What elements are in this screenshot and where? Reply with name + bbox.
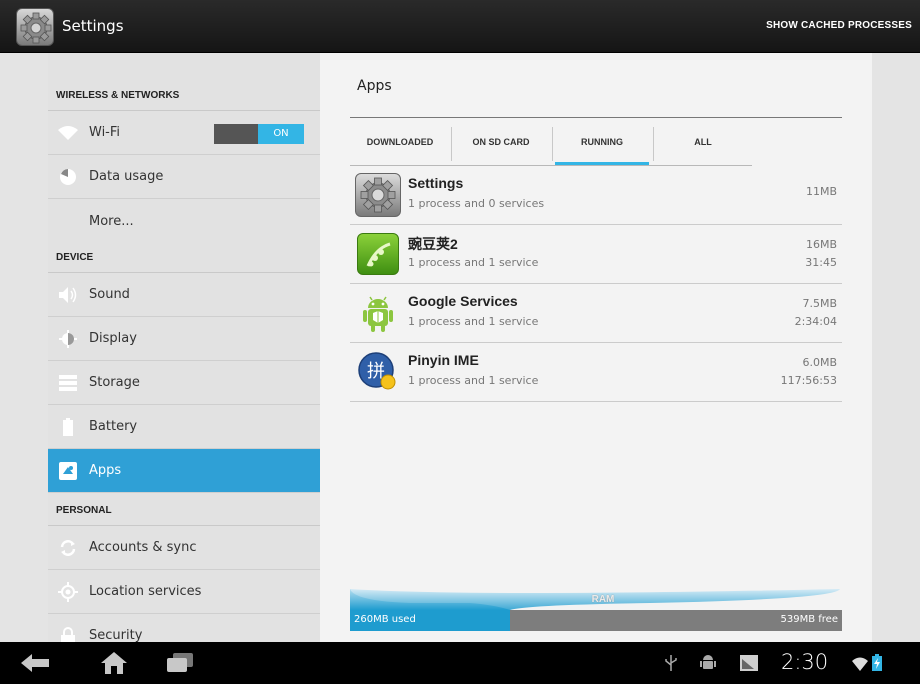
sidebar-item-apps[interactable]: Apps <box>48 449 320 493</box>
clock: 2:30 <box>781 650 829 674</box>
running-app-row[interactable]: Settings 1 process and 0 services 11MB <box>350 166 842 225</box>
ram-usage-bar: RAM 260MB used 539MB free <box>350 594 842 631</box>
battery-icon <box>48 417 88 436</box>
sync-icon <box>48 539 88 557</box>
wifi-icon <box>48 125 88 141</box>
system-bar: 2:30 <box>0 642 920 684</box>
app-memory-size: 7.5MB <box>802 297 837 310</box>
sidebar-item-data-usage[interactable]: Data usage <box>48 155 320 199</box>
tab-downloaded[interactable]: DOWNLOADED <box>350 123 450 166</box>
app-memory-size: 16MB <box>805 238 837 251</box>
sidebar-item-battery[interactable]: Battery <box>48 405 320 449</box>
sidebar-item-label: Location services <box>89 584 202 599</box>
app-process-info: 1 process and 1 service <box>408 374 539 387</box>
right-margin <box>872 53 920 642</box>
settings-app-icon[interactable] <box>16 8 54 46</box>
sound-icon <box>48 286 88 304</box>
app-process-info: 1 process and 1 service <box>408 315 539 328</box>
recent-apps-icon <box>167 653 193 672</box>
app-name: Settings <box>408 175 464 191</box>
data-usage-icon <box>48 168 88 186</box>
app-name: Google Services <box>408 293 518 309</box>
back-icon <box>21 654 49 672</box>
sidebar-item-label: Data usage <box>89 169 164 184</box>
app-running-time: 117:56:53 <box>780 374 837 387</box>
wandoujia-icon <box>357 233 399 275</box>
section-header-personal: PERSONAL <box>48 496 320 526</box>
app-running-time: 31:45 <box>805 256 837 269</box>
app-process-info: 1 process and 0 services <box>408 197 545 210</box>
sidebar-item-label: Storage <box>89 375 140 390</box>
lock-icon <box>48 626 88 642</box>
wifi-signal-icon <box>852 656 868 675</box>
sidebar-item-label: Accounts & sync <box>89 540 197 555</box>
tab-running[interactable]: RUNNING <box>552 123 652 166</box>
recent-apps-button[interactable] <box>160 648 200 678</box>
sidebar-item-label: Battery <box>89 419 138 434</box>
ram-used-text: 260MB used <box>354 614 416 625</box>
running-app-row[interactable]: 拼 Pinyin IME 1 process and 1 service 6.0… <box>350 343 842 402</box>
sidebar-item-label: Wi-Fi <box>89 125 121 140</box>
sidebar-item-label: Display <box>89 331 137 346</box>
android-debug-icon <box>700 654 716 676</box>
app-running-time: 2:34:04 <box>794 315 837 328</box>
settings-gear-icon <box>355 173 401 217</box>
left-margin <box>0 53 48 642</box>
storage-icon <box>48 374 88 391</box>
divider <box>350 117 842 118</box>
settings-sidebar[interactable]: WIRELESS & NETWORKS Wi-Fi ON Data usage … <box>48 53 320 642</box>
apps-pane: Apps DOWNLOADED ON SD CARD RUNNING ALL S… <box>320 53 872 642</box>
home-icon <box>101 652 127 674</box>
wifi-toggle-on: ON <box>258 124 304 144</box>
sidebar-item-more[interactable]: More... <box>48 199 320 243</box>
display-icon <box>48 329 88 348</box>
android-icon <box>355 291 401 335</box>
sidebar-item-label: Apps <box>89 463 122 478</box>
apps-title: Apps <box>357 78 392 94</box>
ram-label: RAM <box>591 594 615 605</box>
location-icon <box>48 581 88 602</box>
usb-icon <box>664 655 678 675</box>
ram-free-text: 539MB free <box>780 614 838 625</box>
battery-charging-icon <box>872 654 882 675</box>
app-memory-size: 6.0MB <box>802 356 837 369</box>
app-name: Pinyin IME <box>408 352 479 368</box>
app-memory-size: 11MB <box>805 185 837 198</box>
page-title: Settings <box>62 17 124 35</box>
sidebar-item-wifi[interactable]: Wi-Fi ON <box>48 111 320 155</box>
wifi-toggle[interactable]: ON <box>214 124 304 144</box>
pinyin-ime-icon: 拼 <box>355 350 401 394</box>
sidebar-item-label: Sound <box>89 287 130 302</box>
content-area: WIRELESS & NETWORKS Wi-Fi ON Data usage … <box>0 53 920 642</box>
sidebar-item-label: Security <box>89 628 143 642</box>
section-header-device: DEVICE <box>48 243 320 273</box>
tab-on-sd-card[interactable]: ON SD CARD <box>451 123 551 166</box>
action-bar: Settings SHOW CACHED PROCESSES <box>0 0 920 53</box>
show-cached-processes-button[interactable]: SHOW CACHED PROCESSES <box>766 20 912 31</box>
sidebar-item-location[interactable]: Location services <box>48 570 320 614</box>
sidebar-item-sound[interactable]: Sound <box>48 273 320 317</box>
back-button[interactable] <box>16 648 56 678</box>
apps-tabs: DOWNLOADED ON SD CARD RUNNING ALL <box>350 123 752 166</box>
sidebar-item-display[interactable]: Display <box>48 317 320 361</box>
section-header-wireless: WIRELESS & NETWORKS <box>48 81 320 111</box>
app-name: 豌豆荚2 <box>408 236 458 252</box>
sidebar-item-label: More... <box>89 213 134 229</box>
sidebar-item-storage[interactable]: Storage <box>48 361 320 405</box>
apps-icon <box>48 461 88 480</box>
tab-all[interactable]: ALL <box>653 123 753 166</box>
notification-image-icon <box>740 655 758 675</box>
home-button[interactable] <box>94 648 134 678</box>
app-process-info: 1 process and 1 service <box>408 256 539 269</box>
sidebar-item-accounts-sync[interactable]: Accounts & sync <box>48 526 320 570</box>
running-app-row[interactable]: 豌豆荚2 1 process and 1 service 16MB 31:45 <box>350 225 842 284</box>
running-app-row[interactable]: Google Services 1 process and 1 service … <box>350 284 842 343</box>
sidebar-item-security[interactable]: Security <box>48 614 320 642</box>
